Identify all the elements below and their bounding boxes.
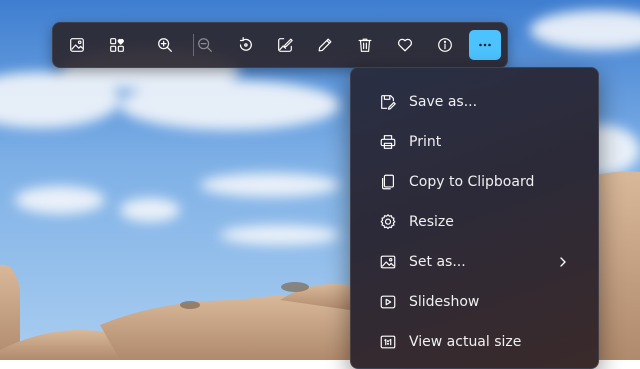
menu-item-print[interactable]: Print — [351, 122, 598, 162]
menu-item-label: Slideshow — [409, 294, 480, 310]
more-icon — [479, 43, 491, 47]
rotate-icon — [239, 37, 252, 51]
menu-item-slideshow[interactable]: Slideshow — [351, 282, 598, 322]
actual-size-icon — [379, 333, 397, 351]
slideshow-icon — [379, 293, 397, 311]
menu-item-resize[interactable]: Resize — [351, 202, 598, 242]
menu-item-label: Print — [409, 134, 442, 150]
file-info-button[interactable] — [429, 30, 461, 60]
zoom-in-icon — [158, 38, 172, 52]
add-to-album-button[interactable] — [101, 30, 133, 60]
draw-button[interactable] — [309, 30, 341, 60]
menu-item-label: Resize — [409, 214, 454, 230]
chevron-right-icon — [560, 257, 566, 267]
edit-image-button[interactable] — [269, 30, 301, 60]
save-as-icon — [379, 93, 397, 111]
menu-item-label: Copy to Clipboard — [409, 174, 535, 190]
print-icon — [379, 133, 397, 151]
album-grid-icon — [110, 38, 124, 52]
zoom-in-button[interactable] — [149, 30, 181, 60]
copy-icon — [379, 173, 397, 191]
menu-item-view-actual-size[interactable]: View actual size — [351, 322, 598, 362]
set-as-icon — [379, 253, 397, 271]
photo-toolbar — [52, 22, 508, 68]
zoom-out-icon — [198, 38, 212, 52]
menu-item-copy-to-clipboard[interactable]: Copy to Clipboard — [351, 162, 598, 202]
menu-item-label: Set as... — [409, 254, 466, 270]
see-more-button[interactable] — [469, 30, 501, 60]
pencil-icon — [318, 38, 332, 52]
zoom-out-button[interactable] — [189, 30, 221, 60]
info-icon — [438, 38, 452, 52]
delete-button[interactable] — [349, 30, 381, 60]
edit-image-icon — [278, 38, 293, 52]
image-icon — [70, 38, 84, 52]
rotate-button[interactable] — [229, 30, 261, 60]
more-options-menu: Save as... Print Copy to Clipboard Resiz… — [350, 67, 599, 369]
menu-item-label: View actual size — [409, 334, 522, 350]
menu-item-save-as[interactable]: Save as... — [351, 82, 598, 122]
menu-item-set-as[interactable]: Set as... — [351, 242, 598, 282]
view-all-photos-button[interactable] — [61, 30, 93, 60]
heart-icon — [397, 38, 413, 52]
gear-icon — [379, 213, 397, 231]
favorite-button[interactable] — [389, 30, 421, 60]
menu-item-label: Save as... — [409, 94, 478, 110]
trash-icon — [358, 38, 372, 52]
